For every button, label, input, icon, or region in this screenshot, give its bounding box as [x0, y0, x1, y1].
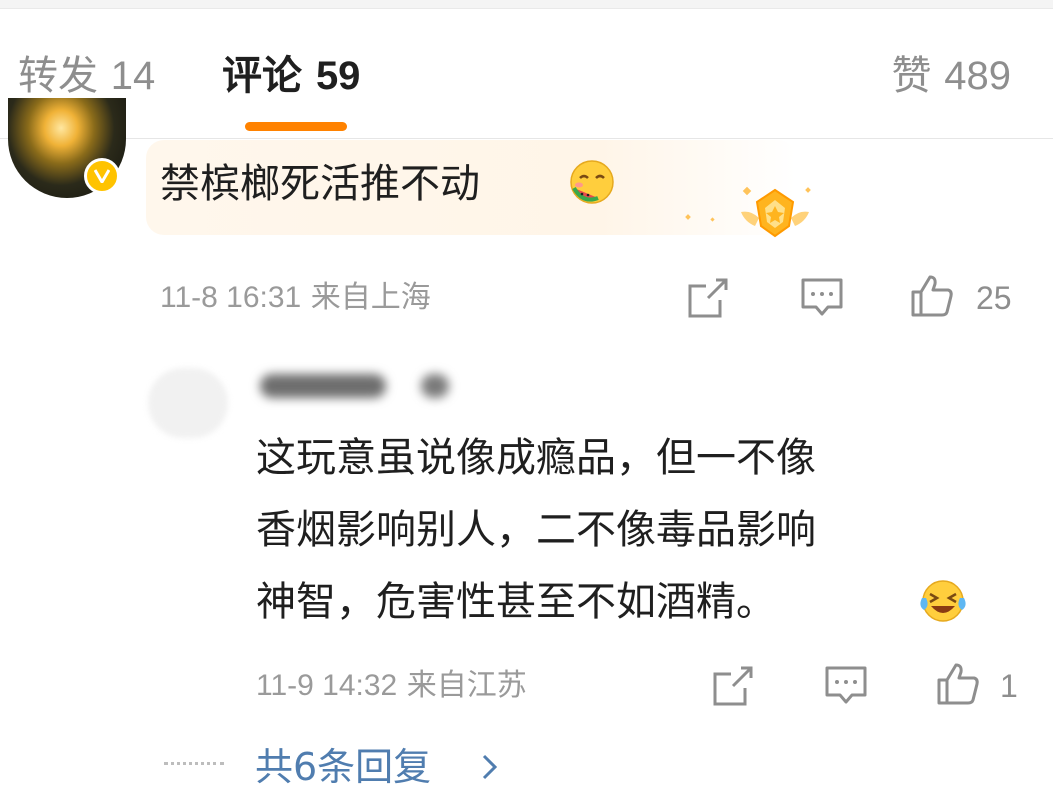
- blurred-username-badge: [421, 374, 449, 398]
- verified-badge-icon: [84, 158, 120, 194]
- share-icon[interactable]: [711, 664, 755, 708]
- like-icon[interactable]: [910, 274, 954, 318]
- tab-comment-label: 评论: [222, 53, 302, 99]
- comment-text-line: 这玩意虽说像成瘾品，但一不像: [256, 435, 816, 481]
- tab-like-label: 赞: [891, 53, 932, 99]
- smiling-eating-watermelon-emoji-icon: [570, 160, 614, 204]
- tab-bar: 转发 14 评论 59 赞 489: [0, 8, 1053, 139]
- like-count: 1: [1000, 668, 1018, 704]
- chevron-right-icon[interactable]: [480, 752, 500, 782]
- comment-icon[interactable]: [800, 276, 844, 320]
- tab-comment-count: 59: [315, 54, 361, 98]
- comment-text-line: 神智，危害性甚至不如酒精。: [256, 579, 776, 625]
- comment-location: 来自江苏: [406, 668, 527, 703]
- tab-comment[interactable]: 评论 59: [222, 52, 360, 100]
- comment-icon[interactable]: [824, 664, 868, 708]
- tab-like[interactable]: 赞 489: [892, 52, 1011, 100]
- comment-date: 11-9 14:32: [256, 669, 398, 702]
- tab-repost-label: 转发: [18, 53, 98, 99]
- tab-repost-count: 14: [110, 54, 156, 98]
- tab-like-count: 489: [944, 54, 1011, 98]
- like-count: 25: [976, 280, 1012, 316]
- comment-text: 禁槟榔死活推不动: [160, 161, 480, 207]
- view-replies-link[interactable]: 共6条回复: [255, 744, 431, 790]
- comment-date: 11-8 16:31: [160, 281, 302, 314]
- active-tab-indicator: [245, 122, 347, 131]
- comment-text-line: 香烟影响别人，二不像毒品影响: [256, 507, 816, 553]
- blurred-username: [260, 374, 386, 398]
- comment-meta: 11-9 14:32 来自江苏: [256, 668, 527, 704]
- avatar[interactable]: [148, 368, 228, 438]
- share-icon[interactable]: [686, 276, 730, 320]
- tab-repost[interactable]: 转发 14: [18, 52, 155, 100]
- like-icon[interactable]: [936, 662, 980, 706]
- comment-meta: 11-8 16:31 来自上海: [160, 280, 431, 316]
- comment-location: 来自上海: [310, 280, 431, 315]
- replies-connector: [164, 762, 224, 765]
- laughing-tears-emoji-icon: [920, 580, 966, 622]
